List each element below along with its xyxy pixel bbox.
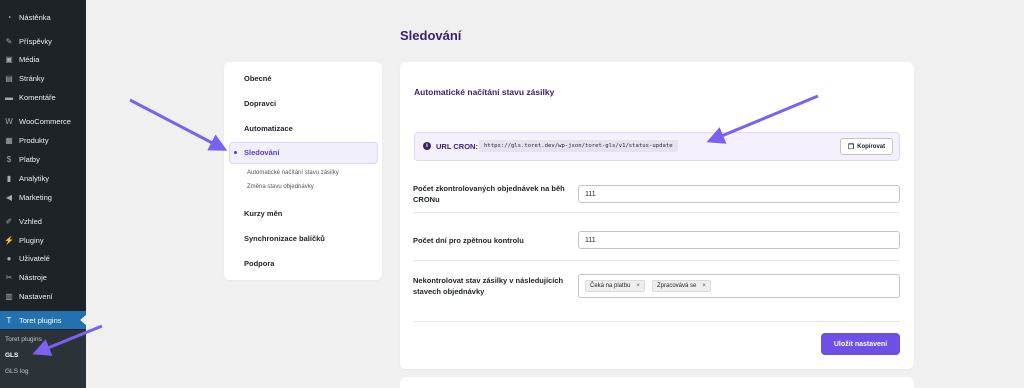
sidebar-item-label: Analytiky <box>19 173 50 183</box>
divider <box>414 321 900 322</box>
sidebar-item-payments[interactable]: $ Platby <box>0 150 86 168</box>
status-tag: Zpracovává se × <box>652 280 711 292</box>
sidebar-item-dashboard[interactable]: ◔ Nástěnka <box>0 8 86 26</box>
sidebar-item-posts[interactable]: ✎ Příspěvky <box>0 32 86 50</box>
orders-per-run-input[interactable]: 111 <box>578 185 900 203</box>
submenu-item-gls-log[interactable]: GLS log <box>5 368 29 375</box>
sidebar-item-toret-plugins[interactable]: T Toret plugins <box>0 311 86 329</box>
field-label-days-back: Počet dní pro zpětnou kontrolu <box>413 236 524 245</box>
days-back-input[interactable]: 111 <box>578 231 900 249</box>
active-bullet-icon <box>234 151 237 154</box>
sidebar-item-label: Uživatelé <box>19 253 50 263</box>
sidebar-item-label: Nástroje <box>19 272 47 282</box>
sidebar-item-label: Nastavení <box>19 291 53 301</box>
sidebar-item-products[interactable]: ▦ Produkty <box>0 131 86 149</box>
sidebar-item-tools[interactable]: ✂ Nástroje <box>0 268 86 286</box>
sidebar-item-label: Příspěvky <box>19 36 52 46</box>
plugins-icon: ⚡ <box>4 235 14 245</box>
settings-nav-subitem-auto-status[interactable]: Automatické načítání stavu zásilky <box>247 170 339 176</box>
divider <box>414 212 900 213</box>
next-settings-card <box>400 377 914 388</box>
divider <box>414 260 900 261</box>
page-title: Sledování <box>400 28 462 43</box>
submenu-item-toret-plugins[interactable]: Toret plugins <box>5 336 42 343</box>
sidebar-item-label: Komentáře <box>19 92 56 102</box>
remove-tag-icon[interactable]: × <box>702 283 706 289</box>
sidebar-item-comments[interactable]: ▬ Komentáře <box>0 88 86 106</box>
settings-nav-item-package-sync[interactable]: Synchronizace balíčků <box>244 234 325 243</box>
sidebar-item-label: Vzhled <box>19 216 42 226</box>
sidebar-item-label: Nástěnka <box>19 12 51 22</box>
toret-icon: T <box>6 315 12 325</box>
copy-icon: ❐ <box>847 143 855 151</box>
sidebar-item-pages[interactable]: ▤ Stránky <box>0 69 86 87</box>
section-title: Automatické načítání stavu zásilky <box>414 87 555 97</box>
info-icon: i <box>423 142 431 150</box>
settings-nav-item-automation[interactable]: Automatizace <box>244 124 293 133</box>
sidebar-item-woocommerce[interactable]: W WooCommerce <box>0 112 86 130</box>
sidebar-item-label: Pluginy <box>19 235 44 245</box>
appearance-icon: ✐ <box>5 216 13 226</box>
tools-icon: ✂ <box>5 272 13 282</box>
sidebar-item-label: Produkty <box>19 135 49 145</box>
sidebar-item-users[interactable]: ● Uživatelé <box>0 249 86 267</box>
field-label-orders-per-run: Počet zkontrolovaných objednávek na běh … <box>413 184 565 204</box>
sidebar-item-appearance[interactable]: ✐ Vzhled <box>0 212 86 230</box>
dashboard-icon: ◔ <box>6 12 12 22</box>
sidebar-item-label: Toret plugins <box>19 315 62 325</box>
settings-nav-item-general[interactable]: Obecné <box>244 74 272 83</box>
payments-icon: $ <box>6 154 12 164</box>
settings-icon: ▥ <box>5 291 13 301</box>
submenu-item-gls[interactable]: GLS <box>5 352 18 359</box>
settings-card <box>400 62 914 369</box>
analytics-icon: ▮ <box>6 173 12 183</box>
sidebar-item-label: Média <box>19 54 40 64</box>
arrow-icon <box>129 98 228 151</box>
status-tag-label: Čeká na platbu <box>590 283 631 289</box>
url-cron-value[interactable]: https://gls.toret.dev/wp-json/toret-gls/… <box>479 140 678 152</box>
admin-sidebar: ◔ Nástěnka ✎ Příspěvky ▣ Média ▤ Stránky ▬ Ko… <box>0 0 86 388</box>
pin-icon: ✎ <box>5 36 13 46</box>
users-icon: ● <box>6 253 12 263</box>
sidebar-item-label: Marketing <box>19 192 52 202</box>
copy-button[interactable]: ❐ Kopírovat <box>840 138 893 155</box>
settings-nav-item-exchange-rates[interactable]: Kurzy měn <box>244 209 282 218</box>
media-icon: ▣ <box>5 54 13 64</box>
field-label-excluded-statuses: Nekontrolovat stav zásilky v následující… <box>413 276 564 296</box>
settings-nav-item-carriers[interactable]: Dopravci <box>244 99 276 108</box>
status-tag-label: Zpracovává se <box>657 283 697 289</box>
status-tag: Čeká na platbu × <box>585 280 645 292</box>
copy-button-label: Kopírovat <box>857 143 886 150</box>
sidebar-item-settings[interactable]: ▥ Nastavení <box>0 287 86 305</box>
sidebar-item-plugins[interactable]: ⚡ Pluginy <box>0 231 86 249</box>
woocommerce-icon: W <box>5 116 13 126</box>
sidebar-item-media[interactable]: ▣ Média <box>0 50 86 68</box>
sidebar-item-label: WooCommerce <box>19 116 71 126</box>
pages-icon: ▤ <box>5 73 13 83</box>
sidebar-item-label: Stránky <box>19 73 45 83</box>
sidebar-item-label: Platby <box>19 154 40 164</box>
sidebar-submenu: Toret plugins GLS GLS log <box>0 330 86 388</box>
products-icon: ▦ <box>5 135 13 145</box>
settings-nav-subitem-order-status[interactable]: Změna stavu objednávky <box>247 184 314 190</box>
remove-tag-icon[interactable]: × <box>636 283 640 289</box>
megaphone-icon: ◀ <box>5 192 13 202</box>
sidebar-item-marketing[interactable]: ◀ Marketing <box>0 188 86 206</box>
sidebar-item-analytics[interactable]: ▮ Analytiky <box>0 169 86 187</box>
settings-nav-item-tracking-label: Sledování <box>244 148 280 157</box>
settings-nav-item-support[interactable]: Podpora <box>244 259 274 268</box>
save-settings-button[interactable]: Uložit nastavení <box>821 333 900 355</box>
url-cron-label: URL CRON: <box>436 142 478 151</box>
comments-icon: ▬ <box>5 92 13 102</box>
